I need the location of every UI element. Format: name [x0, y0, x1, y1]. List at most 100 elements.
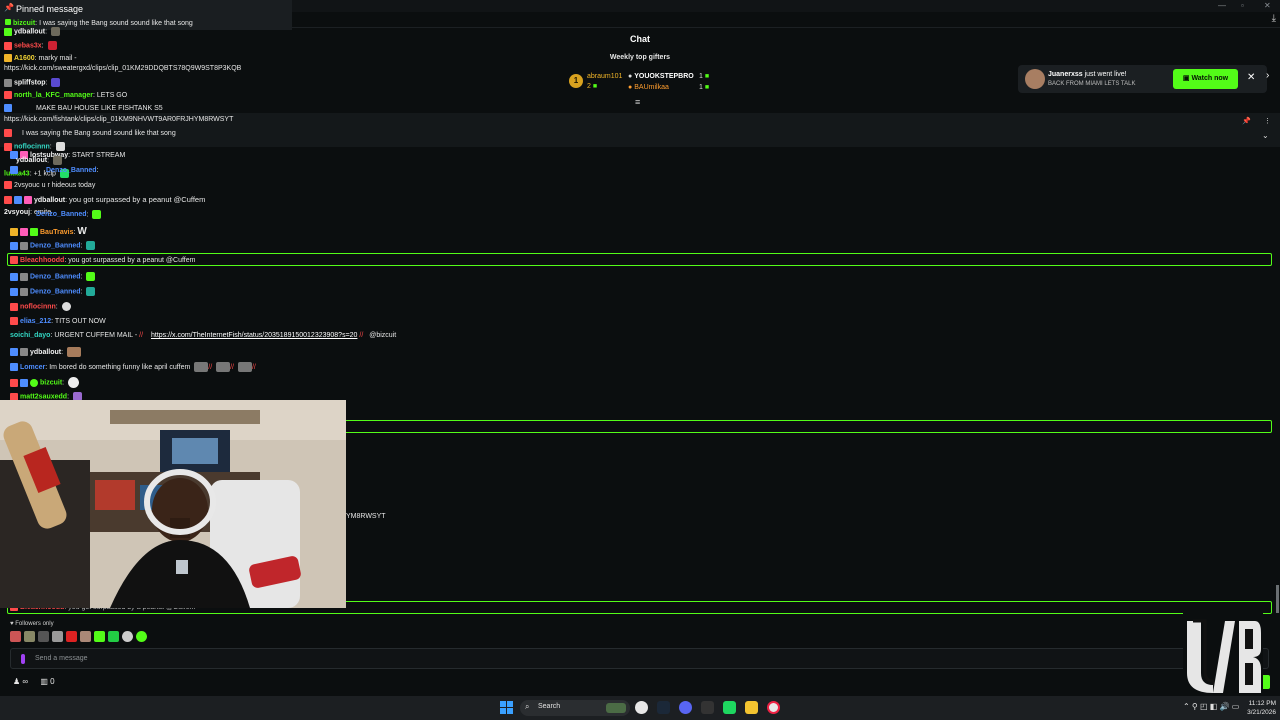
followers-only-label: ♥ Followers only — [10, 621, 54, 627]
emote-icon[interactable] — [66, 631, 77, 642]
minimize-icon[interactable]: — — [1218, 1, 1226, 10]
emote-icon — [55, 142, 65, 151]
live-notification-subtitle: BACK FROM MIAMI LETS TALK — [1048, 81, 1136, 87]
gift-icon[interactable]: ▥ — [40, 677, 48, 686]
chat-message: ydballout: — [4, 156, 63, 165]
chat-message: sebas3x: — [4, 41, 57, 50]
chat-message: Denzo_Banned: — [10, 241, 96, 250]
pinned-message-card[interactable]: 📌 Pinned message bizcuit: I was saying t… — [0, 0, 292, 30]
gifter-name[interactable]: ● YOUOKSTEPBRO — [628, 73, 694, 80]
emote-icon[interactable] — [52, 631, 63, 642]
chat-message: soichi_dayo: URGENT CUFFEM MAIL - // htt… — [10, 332, 397, 339]
badge-icon — [20, 378, 28, 387]
chat-link[interactable]: https://kick.com/sweatergxd/clips/clip_0… — [4, 65, 241, 72]
file-explorer-icon[interactable] — [745, 701, 758, 714]
clock-date[interactable]: 3/21/2026 — [1236, 709, 1276, 716]
badge-icon — [4, 54, 12, 62]
windows-start-icon[interactable] — [500, 701, 513, 714]
gold-rank-icon: 1 — [569, 74, 583, 88]
system-tray[interactable]: ⌃ ⚲ ◰ ◧ 🔊 ▭ — [1183, 702, 1239, 711]
maximize-icon[interactable]: ▫ — [1241, 1, 1244, 10]
badge-icon — [10, 348, 18, 356]
badge-icon — [30, 378, 38, 387]
moderator-badge-icon — [5, 19, 11, 25]
pinned-username[interactable]: bizcuit — [13, 20, 35, 27]
bau-logo-icon — [1183, 613, 1263, 695]
close-notification-icon[interactable]: ✕ — [1247, 72, 1255, 83]
watch-now-button[interactable]: ▣ Watch now — [1173, 69, 1238, 89]
emote-icon — [47, 41, 57, 50]
badge-icon — [10, 363, 18, 371]
emote-icon: // — [359, 332, 364, 339]
badge-icon — [20, 241, 28, 250]
more-options-icon[interactable]: ⋮ — [1264, 117, 1271, 125]
download-icon[interactable]: ⤓ — [1272, 13, 1276, 24]
badge-icon — [20, 287, 28, 296]
discord-icon[interactable] — [679, 701, 692, 714]
chat-message: north_la_KFC_manager: LETS GO — [4, 91, 127, 99]
message-input[interactable]: Send a message — [10, 648, 1269, 669]
gifter-count: 1 ■ — [699, 84, 710, 91]
emote-icon[interactable] — [94, 631, 105, 642]
chat-link-fragment[interactable]: YM8RWSYT — [346, 513, 386, 520]
badge-icon — [10, 241, 18, 250]
badge-icon — [24, 196, 32, 205]
chat-message: ydballout: you got surpassed by a peanut… — [4, 195, 205, 205]
badge-icon — [4, 196, 12, 205]
expand-gifters-icon[interactable]: ≡ — [635, 97, 640, 107]
chat-link[interactable]: https://kick.com/fishtank/clips/clip_01K… — [4, 116, 233, 123]
emote-icon: // — [139, 332, 144, 339]
badge-icon — [10, 287, 18, 296]
close-icon[interactable]: ✕ — [1264, 1, 1271, 10]
emote-icon[interactable] — [136, 631, 147, 642]
scrollbar[interactable] — [1276, 585, 1279, 613]
badge-icon — [10, 256, 18, 264]
chat-title: Chat — [630, 34, 650, 44]
chat-message: Denzo_Banned: — [10, 272, 96, 281]
chat-message: ydballout: — [4, 27, 61, 36]
emote-icon[interactable] — [122, 631, 133, 642]
emote-icon[interactable] — [24, 631, 35, 642]
emote-bar[interactable] — [10, 631, 150, 643]
badge-icon — [4, 129, 12, 137]
chevron-down-icon[interactable]: ⌄ — [1262, 131, 1269, 140]
chat-identity-icon[interactable] — [21, 654, 25, 664]
pin-icon[interactable]: 📌 — [1242, 117, 1251, 125]
clock-time[interactable]: 11:12 PM — [1236, 700, 1276, 707]
gifter-name[interactable]: abraum101 — [587, 73, 622, 80]
badge-icon — [4, 181, 12, 189]
emote-icon[interactable] — [108, 631, 119, 642]
emote-icon — [53, 156, 63, 165]
message-placeholder: Send a message — [35, 655, 88, 662]
webcam-overlay — [0, 400, 346, 608]
chat-message: noflocinnn: — [4, 142, 65, 151]
chat-message: A1600: marky mail - — [4, 54, 77, 62]
chrome-icon[interactable] — [635, 701, 648, 714]
infinity-label: ∞ — [22, 677, 29, 686]
emote-icon — [86, 287, 96, 296]
chat-message: BauTravis: W — [10, 226, 87, 237]
people-icon[interactable]: ♟ — [13, 677, 20, 686]
emote-icon — [86, 272, 96, 281]
steam-icon[interactable] — [657, 701, 670, 714]
tweet-link[interactable]: https://x.com/TheInternetFish/status/203… — [151, 332, 357, 339]
live-notification[interactable]: Juanerxss just went live! BACK FROM MIAM… — [1018, 65, 1267, 93]
emote-icon — [51, 27, 61, 36]
emote-icon[interactable] — [80, 631, 91, 642]
gifter-name[interactable]: ● BAUmilkaa — [628, 84, 669, 91]
badge-icon — [20, 272, 28, 281]
chevron-right-icon[interactable]: › — [1266, 70, 1269, 81]
badge-icon — [4, 27, 12, 36]
chrome-icon[interactable] — [767, 701, 780, 714]
gifter-count: 1 ■ — [699, 73, 710, 80]
chat-message: Lomcer: Im bored do something funny like… — [10, 362, 256, 372]
search-icon: ⌕ — [525, 702, 530, 711]
app-icon[interactable] — [723, 701, 736, 714]
taskbar-search[interactable]: ⌕ Search — [520, 700, 630, 716]
app-icon[interactable] — [701, 701, 714, 714]
emote-icon[interactable] — [38, 631, 49, 642]
chat-message: elias_212: TITS OUT NOW — [10, 317, 106, 325]
silver-rank-icon: ● — [628, 73, 633, 80]
emote-icon[interactable] — [10, 631, 21, 642]
chat-message: Denzo_Banned: — [10, 166, 99, 174]
